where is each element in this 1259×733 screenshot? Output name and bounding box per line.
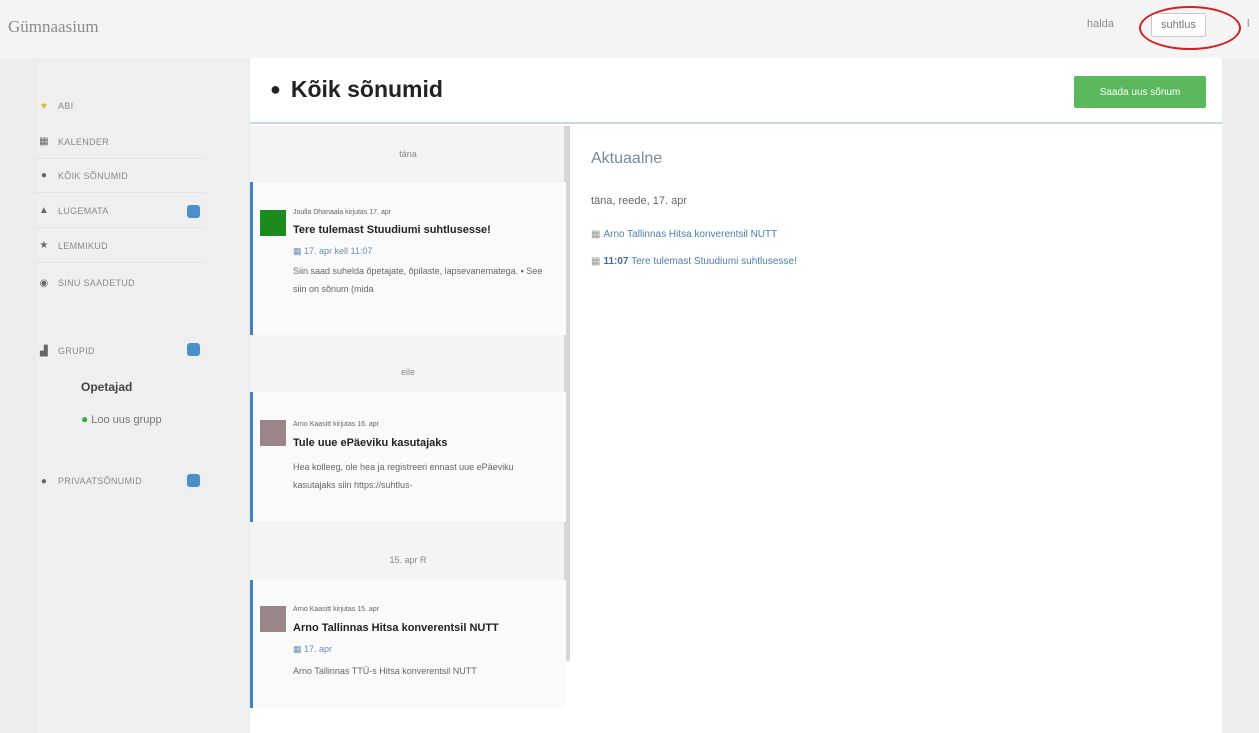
message-author: Joulla Dhanaala kirjutas 17. apr	[293, 209, 392, 216]
sidebar-item-all-messages[interactable]: ● KÕIK SÕNUMID	[35, 159, 205, 193]
send-new-message-button[interactable]: Saada uus sõnum	[1074, 76, 1206, 108]
new-group-link[interactable]: ● Loo uus grupp	[81, 412, 162, 426]
message-date: ▦ 17. apr	[293, 644, 332, 655]
sidebar-item-sent[interactable]: ◉ SINU SAADETUD	[35, 266, 205, 300]
sidebar-item-private[interactable]: ● PRIVAATSÕNUMID	[35, 464, 205, 498]
sidebar-item-calendar[interactable]: ▦ KALENDER	[35, 125, 205, 159]
message-item[interactable]: Arno Kaasitt kirjutas 15. apr Arno Talli…	[250, 580, 566, 708]
page-title: ● Kõik sõnumid	[270, 76, 443, 103]
avatar	[260, 420, 286, 446]
top-edge-fragment: l	[1247, 18, 1250, 30]
brand-logo[interactable]: Gümnaasium	[8, 17, 99, 37]
sidebar-item-help[interactable]: ♥ ABI	[35, 89, 205, 123]
message-list-footer	[250, 708, 566, 733]
sidebar-item-favorites[interactable]: ★ LEMMIKUD	[35, 229, 205, 263]
sidebar-item-label: PRIVAATSÕNUMID	[58, 476, 142, 486]
chat-bubble-icon: ●	[270, 79, 281, 99]
group-section-title: Opetajad	[81, 380, 133, 394]
calendar-icon: ▦	[591, 229, 601, 240]
nav-manage-link[interactable]: halda	[1087, 18, 1114, 30]
private-chat-icon: ●	[40, 475, 48, 487]
message-author: Arno Kaasitt kirjutas 15. apr	[293, 606, 379, 613]
calendar-icon: ▦	[293, 644, 305, 654]
groups-count-badge	[187, 343, 200, 356]
event-link[interactable]: ▦ Arno Tallinnas Hitsa konverentsil NUTT	[591, 229, 777, 240]
sidebar-item-label: LUGEMATA	[58, 205, 109, 216]
sidebar-item-label: ABI	[58, 101, 74, 111]
event-link[interactable]: ▦ 11:07 Tere tulemast Stuudiumi suhtluses…	[591, 256, 797, 267]
calendar-icon: ▦	[591, 256, 601, 267]
send-icon: ◉	[39, 277, 49, 289]
message-item[interactable]: Arno Kaasitt kirjutas 16. apr Tule uue e…	[250, 392, 566, 522]
page-title-text: Kõik sõnumid	[290, 76, 443, 102]
main-panel: ● Kõik sõnumid Saada uus sõnum täna Joul…	[250, 58, 1222, 733]
message-date-text: 17. apr kell 11:07	[304, 246, 373, 256]
sidebar-item-label: KALENDER	[58, 136, 109, 147]
unread-count-badge	[187, 205, 200, 218]
current-events-day: täna, reede, 17. apr	[591, 195, 688, 207]
avatar	[260, 210, 286, 236]
bell-icon: ▲	[38, 205, 50, 216]
star-icon: ★	[39, 240, 49, 251]
sidebar-item-label: SINU SAADETUD	[58, 278, 135, 288]
message-list[interactable]: täna Joulla Dhanaala kirjutas 17. apr Te…	[250, 126, 570, 733]
sidebar-item-label: LEMMIKUD	[58, 240, 108, 251]
message-date: ▦ 17. apr kell 11:07	[293, 246, 372, 257]
main-header: ● Kõik sõnumid Saada uus sõnum	[250, 58, 1222, 124]
sidebar-item-groups[interactable]: ▟ GRUPID	[35, 334, 205, 368]
message-item[interactable]: Joulla Dhanaala kirjutas 17. apr Tere tu…	[250, 182, 566, 335]
message-date-text: 17. apr	[304, 644, 333, 654]
calendar-icon: ▦	[293, 246, 305, 256]
current-events-title: Aktuaalne	[591, 150, 663, 167]
sidebar-item-label: GRUPID	[58, 346, 95, 356]
message-excerpt: Arno Tallinnas TTÜ-s Hitsa konverentsil …	[293, 666, 477, 676]
sidebar-item-unread[interactable]: ▲ LUGEMATA	[35, 194, 205, 228]
private-count-badge	[187, 474, 200, 487]
calendar-icon: ▦	[39, 136, 49, 147]
group-icon: ▟	[40, 345, 48, 357]
date-separator: täna	[399, 149, 417, 159]
annotation-ellipse-top	[1139, 6, 1241, 50]
message-author: Arno Kaasitt kirjutas 16. apr	[293, 421, 379, 428]
message-subject: Arno Tallinnas Hitsa konverentsil NUTT	[293, 622, 499, 634]
message-subject: Tule uue ePäeviku kasutajaks	[293, 437, 448, 449]
plus-circle-icon: ●	[81, 412, 89, 426]
chat-icon: ●	[40, 170, 48, 181]
message-excerpt: Hea kolleeg, ole hea ja registreeri enna…	[293, 462, 514, 490]
message-subject: Tere tulemast Stuudiumi suhtlusesse!	[293, 224, 491, 236]
avatar	[260, 606, 286, 632]
message-excerpt: Siin saad suhelda õpetajate, õpilaste, l…	[293, 266, 543, 294]
lightbulb-icon: ♥	[40, 100, 48, 112]
event-time: 11:07	[603, 256, 629, 267]
event-text: Arno Tallinnas Hitsa konverentsil NUTT	[603, 229, 778, 240]
sidebar-item-label: KÕIK SÕNUMID	[58, 170, 129, 181]
event-text: Tere tulemast Stuudiumi suhtlusesse!	[631, 256, 797, 267]
top-bar: Gümnaasium halda suhtlus l	[0, 0, 1259, 58]
new-group-label: Loo uus grupp	[91, 414, 162, 426]
